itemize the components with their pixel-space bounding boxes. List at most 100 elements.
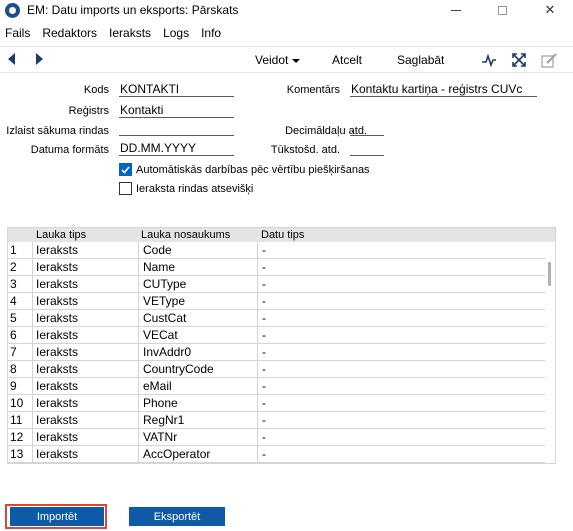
field-type-cell[interactable]: Ieraksts: [33, 361, 139, 378]
column-header-field-type[interactable]: Lauka tips: [36, 229, 86, 241]
data-type-cell[interactable]: -: [258, 242, 545, 259]
table-row[interactable]: 2 Ieraksts Name -: [8, 259, 545, 276]
row-number[interactable]: 5: [8, 310, 33, 327]
separate-rows-option[interactable]: Ieraksta rindas atsevišķi: [119, 182, 253, 195]
table-row[interactable]: 10 Ieraksts Phone -: [8, 395, 545, 412]
data-type-cell[interactable]: -: [258, 361, 545, 378]
row-number[interactable]: 6: [8, 327, 33, 344]
field-name-cell[interactable]: AccOperator: [139, 446, 258, 463]
kods-label: Kods: [83, 84, 109, 96]
field-type-cell[interactable]: Ieraksts: [33, 395, 139, 412]
data-type-cell[interactable]: -: [258, 344, 545, 361]
tukstosd-field[interactable]: [350, 141, 384, 156]
field-name-cell[interactable]: CountryCode: [139, 361, 258, 378]
field-type-cell[interactable]: Ieraksts: [33, 429, 139, 446]
expand-icon[interactable]: [510, 51, 528, 69]
kods-field[interactable]: KONTAKTI: [119, 82, 234, 97]
auto-actions-option[interactable]: Automātiskās darbības pēc vērtību piešķi…: [119, 163, 370, 176]
close-button[interactable]: ✕: [527, 0, 573, 20]
registrs-field[interactable]: Kontakti: [119, 103, 234, 118]
minimize-button[interactable]: [433, 0, 479, 20]
field-name-cell[interactable]: VEType: [139, 293, 258, 310]
row-number[interactable]: 7: [8, 344, 33, 361]
menu-logs[interactable]: Logs: [158, 24, 196, 42]
export-button[interactable]: Eksportēt: [129, 507, 225, 526]
row-number[interactable]: 10: [8, 395, 33, 412]
back-arrow-icon[interactable]: [8, 53, 15, 65]
table-row[interactable]: 8 Ieraksts CountryCode -: [8, 361, 545, 378]
separate-rows-checkbox[interactable]: [119, 182, 132, 195]
field-type-cell[interactable]: Ieraksts: [33, 276, 139, 293]
izlaist-field[interactable]: [119, 121, 234, 136]
field-type-cell[interactable]: Ieraksts: [33, 344, 139, 361]
field-name-cell[interactable]: Code: [139, 242, 258, 259]
field-type-cell[interactable]: Ieraksts: [33, 378, 139, 395]
data-type-cell[interactable]: -: [258, 412, 545, 429]
row-number[interactable]: 8: [8, 361, 33, 378]
data-type-cell[interactable]: -: [258, 310, 545, 327]
table-row[interactable]: 7 Ieraksts InvAddr0-: [8, 344, 545, 361]
field-type-cell[interactable]: Ieraksts: [33, 310, 139, 327]
field-name-cell[interactable]: InvAddr0: [139, 344, 258, 361]
maximize-button[interactable]: [479, 0, 525, 20]
pulse-icon[interactable]: [480, 51, 498, 69]
menu-info[interactable]: Info: [196, 24, 228, 42]
auto-actions-checkbox[interactable]: [119, 163, 132, 176]
field-name-cell[interactable]: VATNr: [139, 429, 258, 446]
table-row[interactable]: 12 Ieraksts VATNr -: [8, 429, 545, 446]
data-type-cell[interactable]: -: [258, 259, 545, 276]
decimal-field[interactable]: .: [350, 121, 384, 136]
komentars-field[interactable]: Kontaktu kartiņa - reģistrs CUVc: [350, 82, 537, 97]
field-type-cell[interactable]: Ieraksts: [33, 242, 139, 259]
save-button[interactable]: Saglabāt: [397, 53, 444, 67]
grid-scrollbar[interactable]: [545, 242, 555, 463]
table-row[interactable]: 3 Ieraksts CUType -: [8, 276, 545, 293]
data-type-cell[interactable]: -: [258, 395, 545, 412]
table-row[interactable]: 6 Ieraksts VECat -: [8, 327, 545, 344]
field-name-cell[interactable]: VECat: [139, 327, 258, 344]
field-type-cell[interactable]: Ieraksts: [33, 412, 139, 429]
table-row[interactable]: 11 Ieraksts RegNr1-: [8, 412, 545, 429]
column-header-data-type[interactable]: Datu tips: [261, 229, 304, 241]
row-number[interactable]: 4: [8, 293, 33, 310]
data-type-cell[interactable]: -: [258, 429, 545, 446]
data-type-cell[interactable]: -: [258, 327, 545, 344]
scrollbar-thumb[interactable]: [548, 262, 551, 286]
edit-icon[interactable]: [540, 51, 558, 69]
field-name-cell[interactable]: CustCat: [139, 310, 258, 327]
table-row[interactable]: 9 Ieraksts eMail -: [8, 378, 545, 395]
table-row[interactable]: 4 Ieraksts VEType -: [8, 293, 545, 310]
field-name-cell[interactable]: Name: [139, 259, 258, 276]
field-type-cell[interactable]: Ieraksts: [33, 446, 139, 463]
menu-redaktors[interactable]: Redaktors: [37, 24, 104, 42]
field-name-cell[interactable]: RegNr1: [139, 412, 258, 429]
column-header-field-name[interactable]: Lauka nosaukums: [141, 229, 230, 241]
row-number[interactable]: 1: [8, 242, 33, 259]
data-type-cell[interactable]: -: [258, 446, 545, 463]
field-type-cell[interactable]: Ieraksts: [33, 327, 139, 344]
menu-fails[interactable]: Fails: [0, 24, 37, 42]
import-button[interactable]: Importēt: [10, 507, 104, 526]
table-row[interactable]: 1 Ieraksts Code -: [8, 242, 545, 259]
row-number[interactable]: 3: [8, 276, 33, 293]
table-row[interactable]: 13 Ieraksts AccOperator -: [8, 446, 545, 463]
data-type-cell[interactable]: -: [258, 293, 545, 310]
data-type-cell[interactable]: -: [258, 276, 545, 293]
row-number[interactable]: 12: [8, 429, 33, 446]
datuma-field[interactable]: DD.MM.YYYY: [119, 141, 234, 156]
field-name-cell[interactable]: CUType: [139, 276, 258, 293]
row-number[interactable]: 9: [8, 378, 33, 395]
cancel-button[interactable]: Atcelt: [332, 53, 362, 67]
field-type-cell[interactable]: Ieraksts: [33, 259, 139, 276]
menu-ieraksts[interactable]: Ieraksts: [104, 24, 158, 42]
field-name-cell[interactable]: eMail: [139, 378, 258, 395]
forward-arrow-icon[interactable]: [36, 53, 43, 65]
field-name-cell[interactable]: Phone: [139, 395, 258, 412]
row-number[interactable]: 11: [8, 412, 33, 429]
row-number[interactable]: 13: [8, 446, 33, 463]
field-type-cell[interactable]: Ieraksts: [33, 293, 139, 310]
veidot-dropdown[interactable]: Veidot: [255, 53, 301, 67]
table-row[interactable]: 5 Ieraksts CustCat -: [8, 310, 545, 327]
data-type-cell[interactable]: -: [258, 378, 545, 395]
row-number[interactable]: 2: [8, 259, 33, 276]
